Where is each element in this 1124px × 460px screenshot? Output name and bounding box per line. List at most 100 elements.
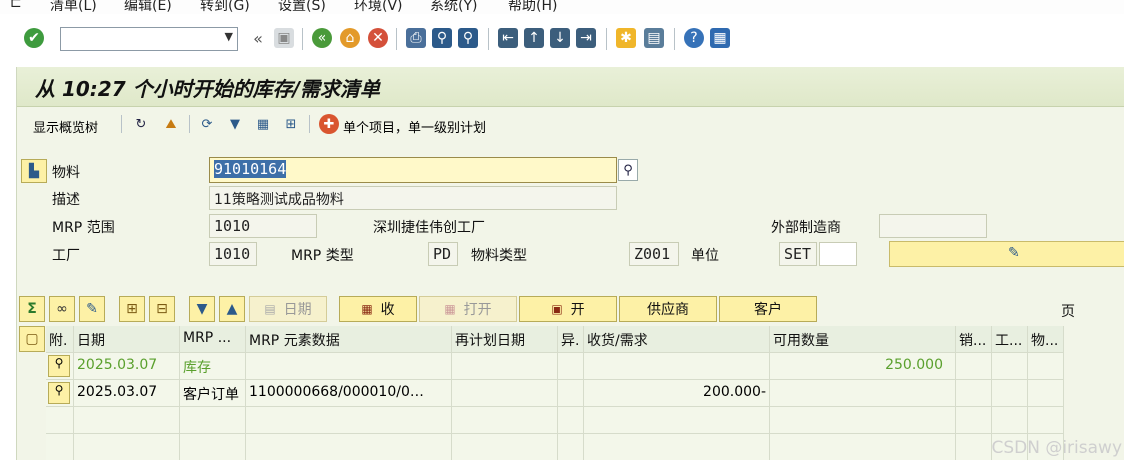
expand-tree-icon[interactable]: ⊞: [119, 296, 145, 322]
collapse-tree-icon[interactable]: ⊟: [149, 296, 175, 322]
empty-cell: [246, 407, 452, 434]
row-reschedule-date: [452, 353, 558, 380]
last-page-icon[interactable]: ⇥: [576, 28, 596, 48]
vendor-button[interactable]: 供应商: [619, 296, 717, 322]
open-period-button-label: 开: [570, 302, 585, 318]
menu-edit[interactable]: 编辑(E): [124, 0, 172, 14]
menu-system[interactable]: 系统(Y): [430, 0, 477, 14]
sum-icon[interactable]: Σ: [19, 296, 45, 322]
col-date[interactable]: 日期: [74, 326, 180, 353]
empty-cell: [452, 407, 558, 434]
open-button[interactable]: ▦ 打开: [419, 296, 517, 322]
magnifier-icon[interactable]: ⚲: [48, 382, 70, 404]
next-page-icon[interactable]: ↓: [550, 28, 570, 48]
receive-button[interactable]: ▦ 收: [339, 296, 417, 322]
single-item-planning-button[interactable]: 单个项目，单一级别计划: [343, 117, 486, 136]
row-plant: [992, 353, 1028, 380]
mrp-area-text: 深圳捷佳伟创工厂: [373, 220, 485, 236]
chevron-down-icon[interactable]: ▼: [225, 30, 233, 43]
planning-icon[interactable]: ⛰: [161, 114, 181, 134]
col-plant[interactable]: 工...: [992, 326, 1028, 353]
grid-settings-icon[interactable]: ▦: [253, 114, 273, 134]
col-mrp-element-data[interactable]: MRP 元素数据: [246, 326, 452, 353]
first-page-icon[interactable]: ⇤: [498, 28, 518, 48]
empty-cell: [180, 407, 246, 434]
col-receipt-requirement[interactable]: 收货/需求: [584, 326, 770, 353]
row-exception: [558, 380, 584, 407]
empty-cell: [180, 434, 246, 460]
export-icon[interactable]: ⊞: [281, 114, 301, 134]
col-mrp-element[interactable]: MRP ...: [180, 326, 246, 353]
empty-cell: [558, 434, 584, 460]
sort-descending-icon[interactable]: ▼: [189, 296, 215, 322]
menu-list[interactable]: 清单(L): [50, 0, 97, 14]
description-field: 11策略测试成品物料: [209, 186, 617, 210]
filter-icon[interactable]: ▼: [225, 114, 245, 134]
glasses-icon[interactable]: ∞: [49, 296, 75, 322]
col-sales[interactable]: 销...: [956, 326, 992, 353]
exit-icon[interactable]: ⌂: [340, 28, 360, 48]
col-attach[interactable]: 附.: [46, 326, 74, 353]
toolbar-divider: [189, 115, 190, 133]
col-exception[interactable]: 异.: [558, 326, 584, 353]
pencil-icon[interactable]: ✎: [79, 296, 105, 322]
save-icon[interactable]: ▣: [274, 28, 294, 48]
row-detail-cell: ⚲: [46, 353, 74, 380]
row-plant: [992, 380, 1028, 407]
empty-cell: [992, 407, 1028, 434]
calendar-icon: ▤: [264, 302, 276, 316]
single-item-planning-icon[interactable]: ✚: [319, 114, 339, 134]
toolbar-divider: [121, 115, 122, 133]
command-field[interactable]: ▼: [60, 27, 238, 51]
enter-check-icon[interactable]: ✔: [24, 28, 44, 48]
search-icon[interactable]: ⚲: [618, 159, 638, 181]
application-toolbar: 显示概览树 ↻ ⛰ ⟳ ▼ ▦ ⊞ ✚ 单个项目，单一级别计划: [17, 111, 1124, 141]
menu-help[interactable]: 帮助(H): [508, 0, 557, 14]
settings-refresh-icon[interactable]: ⟳: [197, 114, 217, 134]
table-row[interactable]: ⚲ 2025.03.07 库存 250.000: [46, 353, 1064, 380]
header-detail-button[interactable]: ✎: [889, 241, 1124, 267]
menu-goto[interactable]: 转到(G): [200, 0, 250, 14]
empty-cell: [246, 434, 452, 460]
mrp-area-field: 1010: [209, 214, 317, 238]
new-session-icon[interactable]: ✱: [616, 28, 636, 48]
shortcut-icon[interactable]: ▤: [644, 28, 664, 48]
row-material: [1028, 353, 1064, 380]
row-sales: [956, 380, 992, 407]
display-tree-button[interactable]: 显示概览树: [33, 117, 98, 136]
material-detail-icon[interactable]: ▙: [21, 159, 47, 183]
period-button-label: 日期: [283, 302, 312, 318]
open-button-label: 打开: [463, 302, 492, 318]
customer-button[interactable]: 客户: [719, 296, 817, 322]
table-row: [46, 407, 1064, 434]
empty-cell: [46, 407, 74, 434]
sort-ascending-icon[interactable]: ▲: [219, 296, 245, 322]
back-icon[interactable]: «: [312, 28, 332, 48]
row-element-data: [246, 353, 452, 380]
col-reschedule-date[interactable]: 再计划日期: [452, 326, 558, 353]
table-row[interactable]: ⚲ 2025.03.07 客户订单 1100000668/000010/0… 2…: [46, 380, 1064, 407]
material-input[interactable]: 91010164: [209, 157, 617, 183]
open-period-button[interactable]: ▣ 开: [519, 296, 617, 322]
refresh-icon[interactable]: ↻: [131, 114, 151, 134]
layout-monitor-icon[interactable]: ▦: [710, 28, 730, 48]
table-row: [46, 434, 1064, 460]
empty-cell: [770, 407, 956, 434]
collapse-icon[interactable]: «: [248, 28, 268, 48]
print-icon[interactable]: ⎙: [406, 28, 426, 48]
cancel-icon[interactable]: ✕: [368, 28, 388, 48]
menu-icon[interactable]: ⊏: [10, 0, 22, 11]
find-icon[interactable]: ⚲: [432, 28, 452, 48]
menu-settings[interactable]: 设置(S): [278, 0, 326, 14]
magnifier-icon[interactable]: ⚲: [48, 355, 70, 377]
toolbar-divider: [302, 28, 303, 50]
col-available-qty[interactable]: 可用数量: [770, 326, 956, 353]
clipboard-icon[interactable]: ▢: [19, 326, 45, 352]
menu-environment[interactable]: 环境(V): [354, 0, 403, 14]
previous-page-icon[interactable]: ↑: [524, 28, 544, 48]
find-next-icon[interactable]: ⚲: [458, 28, 478, 48]
period-button[interactable]: ▤ 日期: [249, 296, 327, 322]
col-material[interactable]: 物...: [1028, 326, 1064, 353]
empty-cell: [956, 434, 992, 460]
help-icon[interactable]: ?: [684, 28, 704, 48]
